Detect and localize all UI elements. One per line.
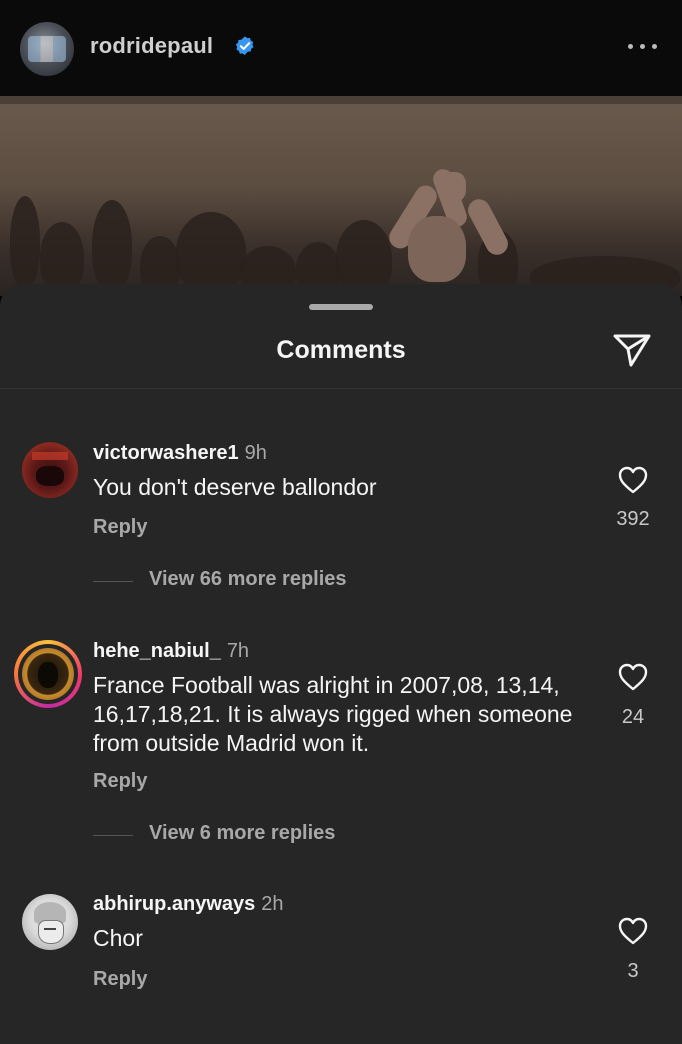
comments-title: Comments — [276, 336, 406, 364]
post-header: rodridepaul — [0, 0, 682, 96]
heart-icon[interactable] — [617, 916, 649, 946]
username-text[interactable]: victorwashere1 — [93, 442, 239, 464]
like-count: 392 — [616, 508, 650, 530]
username-text[interactable]: abhirup.anyways — [93, 893, 255, 915]
heart-icon[interactable] — [617, 465, 649, 495]
verified-badge-icon — [235, 36, 254, 56]
header-divider — [0, 388, 682, 389]
comment-text: France Football was alright in 2007,08, … — [93, 672, 573, 756]
comment-time: 7h — [226, 640, 250, 662]
reply-button[interactable]: Reply — [93, 770, 147, 793]
comment-time: 9h — [244, 442, 267, 464]
send-icon[interactable] — [612, 332, 652, 368]
like-count: 24 — [621, 706, 645, 728]
comment-text: Chor — [93, 925, 143, 951]
comment-time: 2h — [261, 893, 284, 915]
reply-button[interactable]: Reply — [93, 968, 147, 991]
post-author-username[interactable]: rodridepaul — [90, 33, 213, 59]
commenter-avatar[interactable] — [22, 442, 78, 498]
username-text[interactable]: hehe_nabiul_ — [93, 640, 221, 662]
post-image — [0, 96, 682, 296]
like-count: 3 — [627, 960, 639, 982]
heart-icon[interactable] — [617, 662, 649, 692]
commenter-username[interactable]: abhirup.anyways 2h — [93, 893, 284, 916]
view-replies-label[interactable]: View 6 more replies — [149, 822, 335, 845]
reply-thread-line — [93, 835, 133, 836]
reply-thread-line — [93, 581, 133, 582]
view-replies-label[interactable]: View 66 more replies — [149, 568, 347, 591]
drag-handle[interactable] — [309, 304, 373, 310]
reply-button[interactable]: Reply — [93, 516, 147, 539]
commenter-avatar[interactable] — [22, 894, 78, 950]
comment-text: You don't deserve ballondor — [93, 474, 377, 500]
more-options-icon[interactable] — [628, 42, 660, 52]
commenter-username[interactable]: hehe_nabiul_ 7h — [93, 640, 249, 663]
commenter-avatar-story-ring[interactable] — [14, 640, 82, 708]
commenter-username[interactable]: victorwashere1 9h — [93, 442, 267, 465]
post-author-avatar[interactable] — [20, 22, 74, 76]
